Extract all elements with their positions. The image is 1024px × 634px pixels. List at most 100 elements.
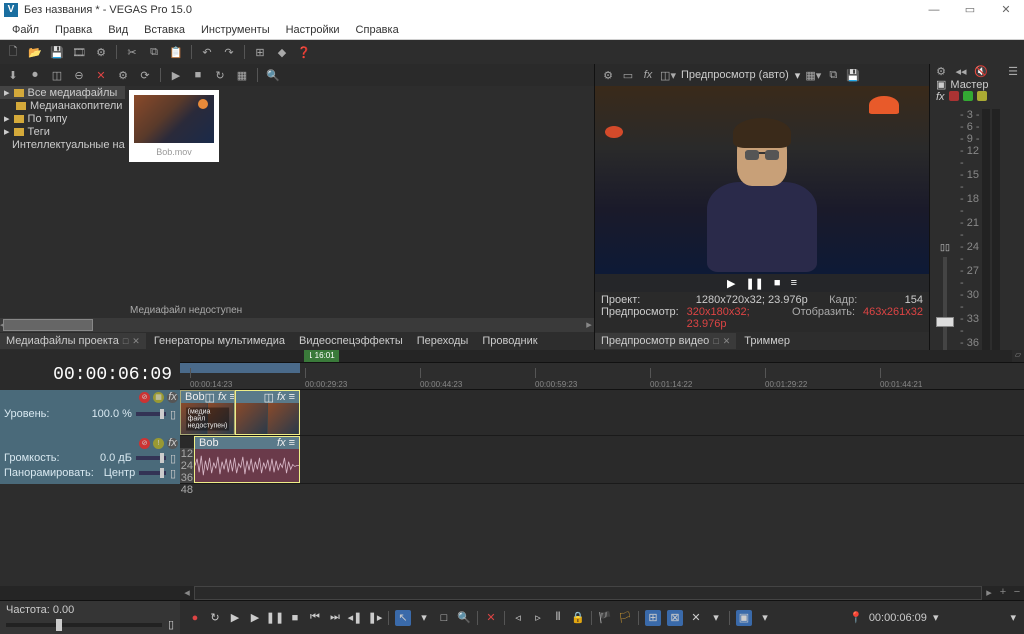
tree-smart[interactable]: Интеллектуальные нак <box>0 138 125 151</box>
event-menu-icon[interactable]: ≡ <box>289 437 295 449</box>
track-fx-icon[interactable]: fx <box>167 392 178 403</box>
get-media-icon[interactable]: ◫ <box>50 68 64 82</box>
menu-tools[interactable]: Инструменты <box>193 20 278 40</box>
minimize-button[interactable]: — <box>916 0 952 20</box>
stop-icon[interactable]: ■ <box>288 611 302 625</box>
mute-icon[interactable]: 🔇 <box>974 64 988 78</box>
ruler[interactable]: 00:00:14:2300:00:29:2300:00:44:2300:00:5… <box>180 362 1024 390</box>
pin-icon[interactable]: □ <box>123 336 128 346</box>
timecode-dropdown-icon[interactable]: ▾ <box>933 611 939 624</box>
grid-icon[interactable]: ▦▾ <box>806 68 820 82</box>
event-fx-icon[interactable]: fx <box>277 391 286 404</box>
external-monitor-icon[interactable]: ▭ <box>621 68 635 82</box>
event-pan-crop-icon[interactable]: ◫ <box>205 391 215 404</box>
view-icon[interactable]: ▦ <box>235 68 249 82</box>
go-start-icon[interactable]: ⏮ <box>308 611 322 625</box>
help-icon[interactable]: ❓ <box>297 45 311 59</box>
prev-icon[interactable]: ◂◂ <box>954 64 968 78</box>
close-tab-icon[interactable]: ✕ <box>132 336 140 347</box>
track-motion-icon[interactable]: ▦ <box>153 392 164 403</box>
output-icon[interactable]: ▣ <box>936 78 946 91</box>
close-button[interactable]: ✕ <box>988 0 1024 20</box>
menu-settings[interactable]: Настройки <box>278 20 348 40</box>
pause-icon[interactable]: ❚❚ <box>745 277 763 290</box>
pause-icon[interactable]: ❚❚ <box>268 611 282 625</box>
event-fx-icon[interactable]: fx <box>277 437 286 449</box>
go-end-icon[interactable]: ⏭ <box>328 611 342 625</box>
volume-slider[interactable] <box>136 456 166 460</box>
cursor-timecode[interactable]: 00:00:06:09 <box>869 612 927 624</box>
tab-video-preview[interactable]: Предпросмотр видео□✕ <box>595 333 736 349</box>
fx-slot-icon[interactable] <box>949 91 959 101</box>
marker-flag[interactable]: 1 16:01 <box>304 350 339 362</box>
master-fx-icon[interactable]: fx <box>936 91 945 103</box>
dropdown-icon[interactable]: ▾ <box>795 69 801 82</box>
region-icon[interactable]: 🏳 <box>618 611 632 625</box>
fx-slot-icon[interactable] <box>963 91 973 101</box>
auto-ripple-icon[interactable]: ⊠ <box>667 610 683 626</box>
split-screen-icon[interactable]: ◫▾ <box>661 68 675 82</box>
tab-video-fx[interactable]: Видеоспецэффекты <box>293 333 409 349</box>
new-project-icon[interactable]: 🗋 <box>6 45 20 59</box>
save-frame-icon[interactable]: 💾 <box>846 68 860 82</box>
import-icon[interactable]: ⬇ <box>6 68 20 82</box>
mute-icon[interactable]: ⊘ <box>139 438 150 449</box>
marker-track[interactable]: 1 16:01 <box>180 350 1012 362</box>
marker-icon[interactable]: 🏴 <box>598 611 612 625</box>
phase-icon[interactable]: ▯ <box>170 452 176 465</box>
cut-icon[interactable]: ✂ <box>125 45 139 59</box>
composite-mode-icon[interactable]: ▯ <box>170 408 176 421</box>
render-icon[interactable]: 🎞 <box>72 45 86 59</box>
open-icon[interactable]: 📂 <box>28 45 42 59</box>
tab-explorer[interactable]: Проводник <box>476 333 543 349</box>
play-icon[interactable]: ▶ <box>169 68 183 82</box>
close-media-icon[interactable]: ✕ <box>94 68 108 82</box>
event-pan-crop-icon[interactable]: ◫ <box>264 391 274 404</box>
timeline-scrollbar[interactable]: ◂ ▸ + − <box>0 586 1024 600</box>
audio-clip[interactable]: Bobfx≡ <box>194 436 300 483</box>
remove-icon[interactable]: ⊖ <box>72 68 86 82</box>
prev-frame-icon[interactable]: ◂❚ <box>348 611 362 625</box>
autoplay-icon[interactable]: ↻ <box>213 68 227 82</box>
snap-icon[interactable]: ⊞ <box>253 45 267 59</box>
delete-icon[interactable]: ✕ <box>484 611 498 625</box>
menu-edit[interactable]: Правка <box>47 20 100 40</box>
timeline-empty-area[interactable] <box>0 484 1024 586</box>
normal-edit-tool-icon[interactable]: ↖ <box>395 610 411 626</box>
play-icon[interactable]: ▶ <box>248 611 262 625</box>
selection-dropdown-icon[interactable]: ▾ <box>1010 611 1016 624</box>
menu-file[interactable]: Файл <box>4 20 47 40</box>
audio-track-lane[interactable]: 12243648 Bobfx≡ <box>180 436 1024 484</box>
refresh-icon[interactable]: ⟳ <box>138 68 152 82</box>
rate-reset-icon[interactable]: ▯ <box>168 618 174 631</box>
envelope-tool-icon[interactable]: ▾ <box>417 611 431 625</box>
snap-icon[interactable]: ⊞ <box>645 610 661 626</box>
preview-video[interactable]: ▶ ❚❚ ■ ≡ <box>595 86 929 292</box>
trim-end-icon[interactable]: ▹ <box>531 611 545 625</box>
loop-region[interactable] <box>180 363 300 373</box>
properties-icon[interactable]: ⚙ <box>94 45 108 59</box>
undo-icon[interactable]: ↶ <box>200 45 214 59</box>
close-tab-icon[interactable]: ✕ <box>723 336 731 347</box>
maximize-button[interactable]: ▭ <box>952 0 988 20</box>
loop-icon[interactable]: ↻ <box>208 611 222 625</box>
pan-slider[interactable] <box>139 471 166 475</box>
level-slider[interactable] <box>136 412 166 416</box>
media-properties-icon[interactable]: ⚙ <box>116 68 130 82</box>
tree-scrollbar[interactable]: ◂ ▸ <box>0 318 594 332</box>
video-track-lane[interactable]: Bob◫fx≡ (медиа файл недоступен) ◫fx≡ <box>180 390 1024 436</box>
selection-tool-icon[interactable]: □ <box>437 611 451 625</box>
auto-save-icon[interactable]: ▣ <box>736 610 752 626</box>
zoom-in-icon[interactable]: + <box>996 586 1010 600</box>
copy-frame-icon[interactable]: ⧉ <box>826 68 840 82</box>
split-icon[interactable]: ⦀ <box>551 611 565 625</box>
event-fx-icon[interactable]: fx <box>218 391 227 404</box>
tree-media-drives[interactable]: Медианакопители <box>0 99 125 112</box>
menu-insert[interactable]: Вставка <box>136 20 193 40</box>
pin-icon[interactable]: □ <box>713 336 718 346</box>
trim-start-icon[interactable]: ◃ <box>511 611 525 625</box>
scroll-left-icon[interactable]: ◂ <box>180 586 194 600</box>
audio-track-header[interactable]: ≡2◂ ⊘ ! fx Громкость: 0.0 дБ ▯ Панорамир… <box>0 436 180 484</box>
menu-icon[interactable]: ≡ <box>791 277 797 289</box>
tree-by-type[interactable]: ▸По типу <box>0 112 125 125</box>
